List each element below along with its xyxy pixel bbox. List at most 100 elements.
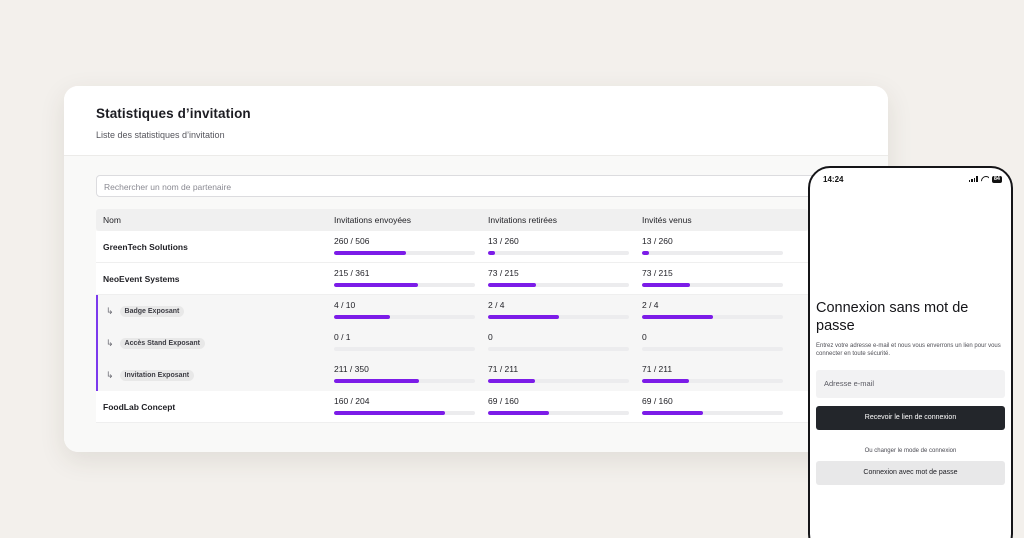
sent-value: 215 / 361 <box>334 267 370 278</box>
sent-progress-fill <box>334 379 420 383</box>
withdrawn-progress-fill <box>488 282 536 287</box>
withdrawn-value: 69 / 160 <box>488 395 519 406</box>
ticket-type-badge: Accès Stand Exposant <box>119 337 206 349</box>
table-header: Nom Invitations envoyées Invitations ret… <box>96 209 808 231</box>
came-progress <box>642 250 783 255</box>
partner-search-input[interactable]: Rechercher un nom de partenaire <box>96 175 816 197</box>
sent-value: 211 / 350 <box>334 364 369 374</box>
sent-value: 160 / 204 <box>334 395 370 406</box>
change-login-mode-link[interactable]: Ou changer le mode de connexion <box>816 448 1005 454</box>
sent-value: 4 / 10 <box>334 300 356 310</box>
sent-progress <box>334 315 475 319</box>
withdrawn-progress-fill <box>488 410 549 415</box>
table-subrow[interactable]: ↳ Badge Exposant 4 / 10 2 / 4 2 / 4 <box>96 295 808 327</box>
login-description: Entrez votre adresse e-mail et nous vous… <box>816 343 1001 357</box>
table-subrow[interactable]: ↳ Accès Stand Exposant 0 / 1 0 0 <box>96 327 808 359</box>
sent-cell: 211 / 350 <box>328 364 482 383</box>
sent-cell: 160 / 204 <box>328 395 482 415</box>
partner-name: FoodLab Concept <box>103 401 176 412</box>
status-bar: 14:24 84 <box>810 168 1011 190</box>
withdrawn-progress <box>488 379 629 383</box>
sent-progress <box>334 379 475 383</box>
came-cell: 13 / 260 <box>636 235 808 255</box>
came-value: 73 / 215 <box>642 267 673 278</box>
ticket-type-badge: Invitation Exposant <box>119 369 195 381</box>
header-came[interactable]: Invités venus <box>636 215 808 225</box>
came-progress <box>642 315 783 319</box>
subitem-arrow-icon: ↳ <box>106 337 114 348</box>
sent-progress <box>334 250 475 255</box>
came-progress <box>642 282 783 287</box>
subitem-arrow-icon: ↳ <box>106 369 114 380</box>
send-login-link-button[interactable]: Recevoir le lien de connexion <box>816 406 1005 430</box>
header-name[interactable]: Nom <box>96 215 328 225</box>
partner-name: NeoEvent Systems <box>103 273 180 284</box>
came-cell: 71 / 211 <box>636 364 808 383</box>
password-login-button[interactable]: Connexion avec mot de passe <box>816 461 1005 485</box>
subitem-arrow-icon: ↳ <box>106 305 114 316</box>
withdrawn-value: 71 / 211 <box>488 364 519 374</box>
came-progress-fill <box>642 250 650 255</box>
came-progress <box>642 347 783 351</box>
sent-value: 260 / 506 <box>334 235 370 246</box>
withdrawn-value: 13 / 260 <box>488 235 519 246</box>
withdrawn-cell: 71 / 211 <box>482 364 636 383</box>
sub-item-cell: ↳ Invitation Exposant <box>96 359 328 391</box>
sent-cell: 0 / 1 <box>328 332 482 351</box>
login-form: Connexion sans mot de passe Entrez votre… <box>810 299 1011 485</box>
came-value: 71 / 211 <box>642 364 673 374</box>
sent-progress <box>334 347 475 351</box>
sent-progress-fill <box>334 410 445 415</box>
withdrawn-cell: 73 / 215 <box>482 267 636 287</box>
withdrawn-progress-fill <box>488 379 536 383</box>
table-row[interactable]: FoodLab Concept 160 / 204 69 / 160 69 / … <box>96 391 808 423</box>
withdrawn-value: 2 / 4 <box>488 300 505 310</box>
came-value: 0 <box>642 332 647 342</box>
sent-cell: 4 / 10 <box>328 300 482 319</box>
withdrawn-cell: 2 / 4 <box>482 300 636 319</box>
page-subtitle: Liste des statistiques d’invitation <box>96 130 225 140</box>
status-icons: 84 <box>968 175 1002 183</box>
withdrawn-progress <box>488 315 629 319</box>
withdrawn-progress <box>488 410 629 415</box>
table-row[interactable]: GreenTech Solutions 260 / 506 13 / 260 1… <box>96 231 808 263</box>
panel-header: Statistiques d’invitation Liste des stat… <box>64 86 888 156</box>
sent-progress-fill <box>334 282 419 287</box>
wifi-icon <box>981 176 989 182</box>
sent-progress <box>334 282 475 287</box>
came-progress-fill <box>642 282 690 287</box>
came-progress <box>642 379 783 383</box>
email-field[interactable]: Adresse e-mail <box>816 370 1005 398</box>
came-progress-fill <box>642 410 703 415</box>
came-cell: 2 / 4 <box>636 300 808 319</box>
sent-progress-fill <box>334 315 391 319</box>
came-progress-fill <box>642 379 690 383</box>
sub-item-cell: ↳ Badge Exposant <box>96 295 328 327</box>
header-sent[interactable]: Invitations envoyées <box>328 215 482 225</box>
withdrawn-progress-fill <box>488 315 559 319</box>
sent-value: 0 / 1 <box>334 332 351 342</box>
came-cell: 0 <box>636 332 808 351</box>
withdrawn-value: 73 / 215 <box>488 267 519 278</box>
panel-body: Rechercher un nom de partenaire Nom Invi… <box>64 156 888 452</box>
sent-cell: 215 / 361 <box>328 267 482 287</box>
sent-cell: 260 / 506 <box>328 235 482 255</box>
signal-icon <box>968 176 978 182</box>
came-value: 13 / 260 <box>642 235 673 246</box>
partner-name: GreenTech Solutions <box>103 241 188 252</box>
login-title: Connexion sans mot de passe <box>816 300 969 334</box>
battery-icon: 84 <box>991 175 1002 183</box>
invitation-stats-panel: Statistiques d’invitation Liste des stat… <box>64 86 888 452</box>
came-cell: 73 / 215 <box>636 267 808 287</box>
sub-item-cell: ↳ Accès Stand Exposant <box>96 327 328 359</box>
table-subrow[interactable]: ↳ Invitation Exposant 211 / 350 71 / 211… <box>96 359 808 391</box>
withdrawn-progress <box>488 347 629 351</box>
withdrawn-cell: 0 <box>482 332 636 351</box>
header-withdrawn[interactable]: Invitations retirées <box>482 215 636 225</box>
came-value: 69 / 160 <box>642 395 673 406</box>
table-row[interactable]: NeoEvent Systems 215 / 361 73 / 215 73 /… <box>96 263 808 295</box>
status-time: 14:24 <box>823 174 844 184</box>
withdrawn-cell: 13 / 260 <box>482 235 636 255</box>
came-progress <box>642 410 783 415</box>
phone-mockup: 14:24 84 Connexion sans mot de passe Ent… <box>808 166 1013 538</box>
